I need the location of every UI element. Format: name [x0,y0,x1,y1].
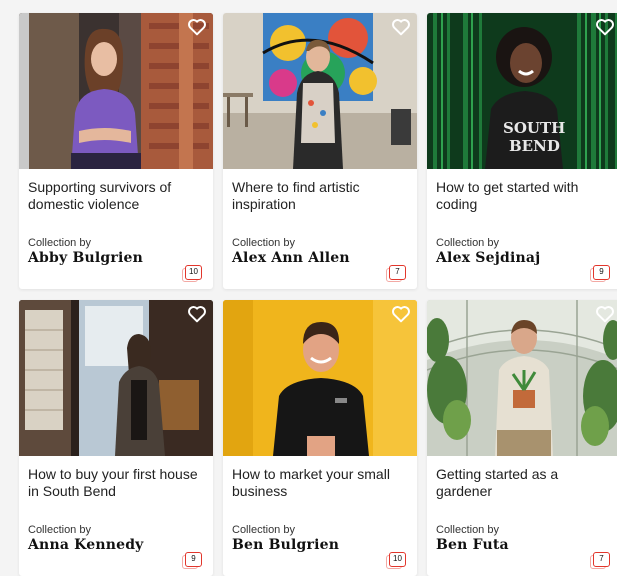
collection-photo[interactable] [223,13,417,169]
item-count-badge: 9 [590,265,611,282]
card-body: How to get started with coding Collectio… [427,169,617,289]
photo-man-greenhouse [427,300,617,456]
item-count: 10 [389,552,406,567]
collection-card[interactable]: How to buy your first house in South Ben… [19,300,213,576]
collection-title[interactable]: How to market your small business [232,466,408,502]
heart-outline-icon [596,306,614,323]
collection-author[interactable]: Ben Futa [436,537,612,553]
collection-card[interactable]: SOUTH BEND How to get started with codin… [427,13,617,289]
collection-by-label: Collection by [436,237,499,249]
item-count-badge: 10 [386,552,407,569]
item-count: 10 [185,265,202,280]
collection-by-label: Collection by [232,237,295,249]
photo-woman-hallway [19,13,213,169]
item-count: 9 [185,552,202,567]
card-body: Supporting survivors of domestic violenc… [19,169,213,289]
collection-by-label: Collection by [436,524,499,536]
item-count-badge: 7 [386,265,407,282]
card-body: Getting started as a gardener Collection… [427,456,617,576]
collection-grid: Supporting survivors of domestic violenc… [19,13,617,576]
svg-text:BEND: BEND [509,137,560,155]
collection-photo[interactable]: SOUTH BEND [427,13,617,169]
collection-title[interactable]: How to buy your first house in South Ben… [28,466,204,502]
collection-author[interactable]: Ben Bulgrien [232,537,408,553]
collection-title[interactable]: How to get started with coding [436,179,612,215]
collection-author[interactable]: Anna Kennedy [28,537,204,553]
item-count-badge: 9 [182,552,203,569]
collection-photo[interactable] [19,300,213,456]
card-body: Where to find artistic inspiration Colle… [223,169,417,289]
photo-coder-green-background: SOUTH BEND [427,13,617,169]
favorite-button[interactable] [595,305,615,323]
photo-woman-doorway [19,300,213,456]
heart-outline-icon [188,306,206,323]
collection-title[interactable]: Getting started as a gardener [436,466,612,502]
collection-photo[interactable] [223,300,417,456]
collection-card[interactable]: Supporting survivors of domestic violenc… [19,13,213,289]
item-count: 7 [389,265,406,280]
collection-card[interactable]: Where to find artistic inspiration Colle… [223,13,417,289]
collection-author[interactable]: Alex Sejdinaj [436,250,612,266]
collection-photo[interactable] [427,300,617,456]
favorite-button[interactable] [187,18,207,36]
item-count: 9 [593,265,610,280]
collection-by-label: Collection by [28,524,91,536]
collection-by-label: Collection by [232,524,295,536]
collection-card[interactable]: Getting started as a gardener Collection… [427,300,617,576]
heart-outline-icon [596,19,614,36]
collection-by-label: Collection by [28,237,91,249]
card-body: How to market your small business Collec… [223,456,417,576]
item-count: 7 [593,552,610,567]
favorite-button[interactable] [187,305,207,323]
collection-title[interactable]: Supporting survivors of domestic violenc… [28,179,204,215]
heart-outline-icon [392,19,410,36]
collection-photo[interactable] [19,13,213,169]
photo-artist-studio [223,13,417,169]
photo-man-yellow-background [223,300,417,456]
favorite-button[interactable] [391,305,411,323]
collection-title[interactable]: Where to find artistic inspiration [232,179,408,215]
collection-author[interactable]: Alex Ann Allen [232,250,408,266]
favorite-button[interactable] [595,18,615,36]
favorite-button[interactable] [391,18,411,36]
card-body: How to buy your first house in South Ben… [19,456,213,576]
item-count-badge: 10 [182,265,203,282]
collection-author[interactable]: Abby Bulgrien [28,250,204,266]
heart-outline-icon [188,19,206,36]
collection-card[interactable]: How to market your small business Collec… [223,300,417,576]
heart-outline-icon [392,306,410,323]
svg-text:SOUTH: SOUTH [503,119,565,137]
item-count-badge: 7 [590,552,611,569]
